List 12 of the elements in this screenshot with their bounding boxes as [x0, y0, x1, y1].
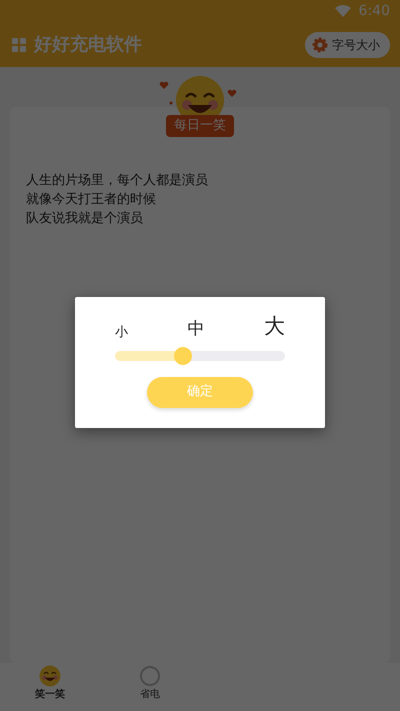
font-size-button[interactable]: 字号大小 [305, 32, 390, 58]
size-option[interactable]: 小 [115, 323, 128, 342]
nav-tab[interactable]: 省电 [100, 663, 200, 711]
app-title: 好好充电软件 [34, 33, 142, 57]
joke-line: 就像今天打王者的时候 [26, 191, 157, 209]
nav-tab[interactable]: 笑一笑 [0, 663, 100, 711]
daily-joke-badge: 每日一笑 [166, 115, 234, 136]
status-time: 6:40 [358, 2, 390, 20]
size-option[interactable]: 中 [188, 317, 204, 342]
joke-line: 队友说我就是个演员 [26, 210, 144, 228]
size-option[interactable]: 大 [264, 311, 285, 342]
joke-line: 人生的片场里，每个人都是演员 [26, 172, 209, 190]
